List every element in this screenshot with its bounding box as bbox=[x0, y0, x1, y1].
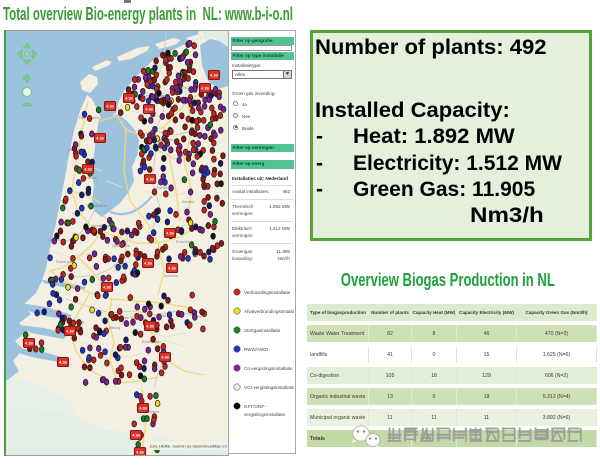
svg-text:4.1B: 4.1B bbox=[84, 168, 92, 172]
svg-text:4.1B: 4.1B bbox=[146, 325, 154, 329]
svg-text:4.1B: 4.1B bbox=[144, 262, 152, 266]
svg-text:4.1B: 4.1B bbox=[139, 407, 147, 411]
svg-text:Co-vergistingsinstallatie: Co-vergistingsinstallatie bbox=[244, 366, 293, 371]
svg-text:4.1B: 4.1B bbox=[132, 434, 140, 438]
svg-text:4.1B: 4.1B bbox=[103, 286, 111, 290]
svg-text:4.1B: 4.1B bbox=[66, 330, 74, 334]
svg-text:4.1B: 4.1B bbox=[106, 105, 114, 109]
svg-text:4.1B: 4.1B bbox=[161, 356, 169, 360]
svg-text:Almelo: Almelo bbox=[182, 199, 195, 204]
svg-text:4.1B: 4.1B bbox=[125, 97, 133, 101]
svg-text:4.1B: 4.1B bbox=[210, 74, 218, 78]
svg-text:VGI-vergistingsinstallatie: VGI-vergistingsinstallatie bbox=[244, 385, 294, 390]
svg-text:Tilburg: Tilburg bbox=[108, 325, 120, 330]
svg-text:4.1B: 4.1B bbox=[201, 87, 209, 91]
svg-text:4.1B: 4.1B bbox=[59, 361, 67, 365]
svg-text:Arnhem: Arnhem bbox=[164, 273, 179, 278]
svg-text:vergistingsinstallatie: vergistingsinstallatie bbox=[244, 412, 286, 417]
svg-text:4.1B: 4.1B bbox=[146, 178, 154, 182]
svg-text:4.1B: 4.1B bbox=[145, 108, 153, 112]
svg-text:Esri, HERE, Garmin (c) OpenStr: Esri, HERE, Garmin (c) OpenStreetMap CC-… bbox=[150, 444, 228, 449]
svg-text:Afvalverbrandingsinstallatie: Afvalverbrandingsinstallatie bbox=[244, 309, 294, 314]
svg-text:4.1B: 4.1B bbox=[166, 232, 174, 236]
svg-text:4.1B: 4.1B bbox=[136, 451, 144, 455]
svg-text:Zwolle: Zwolle bbox=[156, 185, 168, 190]
svg-text:GFT/ONF-: GFT/ONF- bbox=[244, 404, 266, 409]
svg-text:4.1B: 4.1B bbox=[25, 342, 33, 346]
svg-text:4.1B: 4.1B bbox=[168, 267, 176, 271]
svg-text:RWZI/AWZI: RWZI/AWZI bbox=[244, 347, 268, 352]
svg-text:4.1B: 4.1B bbox=[96, 137, 104, 141]
svg-text:Stortgasinstallatie: Stortgasinstallatie bbox=[244, 328, 281, 333]
svg-text:Verbrandingsinstallatie: Verbrandingsinstallatie bbox=[244, 290, 291, 295]
